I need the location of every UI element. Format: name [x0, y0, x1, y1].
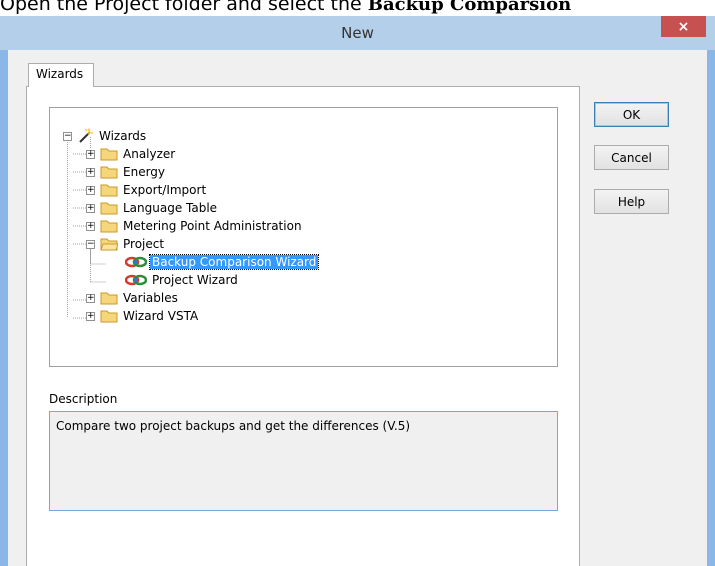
wizards-tree-view[interactable]: − Wizards + Analyzer + Energy + Export/I…	[49, 107, 558, 367]
folder-icon	[100, 202, 118, 215]
instruction-bold: Backup Comparsion	[367, 0, 572, 15]
wizards-tab-panel: − Wizards + Analyzer + Energy + Export/I…	[26, 86, 580, 566]
tree-item-wizard-vsta[interactable]: + Wizard VSTA	[50, 307, 310, 325]
tree-item-export-import[interactable]: + Export/Import	[50, 181, 310, 199]
folder-icon	[100, 148, 118, 161]
tree-label: Wizard VSTA	[123, 309, 199, 323]
tree-label: Analyzer	[123, 147, 176, 161]
tree-item-energy[interactable]: + Energy	[50, 163, 310, 181]
window-title: New	[341, 24, 374, 42]
tree-root-wizards[interactable]: − Wizards	[50, 127, 250, 145]
expand-toggle[interactable]: +	[86, 186, 95, 195]
tree-label: Energy	[123, 165, 166, 179]
expand-toggle[interactable]: +	[86, 222, 95, 231]
folder-icon	[100, 184, 118, 197]
magic-wand-icon	[79, 128, 93, 143]
tree-item-backup-comparison-wizard[interactable]: Backup Comparison Wizard	[50, 253, 350, 271]
wizard-icon	[125, 274, 147, 286]
expand-toggle[interactable]: +	[86, 312, 95, 321]
close-button[interactable]: ×	[661, 16, 706, 37]
tree-label: Language Table	[123, 201, 218, 215]
tree-label: Metering Point Administration	[123, 219, 302, 233]
tree-item-language-table[interactable]: + Language Table	[50, 199, 310, 217]
tree-item-variables[interactable]: + Variables	[50, 289, 310, 307]
close-icon: ×	[677, 18, 690, 35]
tree-item-analyzer[interactable]: + Analyzer	[50, 145, 310, 163]
collapse-toggle[interactable]: −	[86, 240, 95, 249]
description-label: Description	[49, 392, 118, 406]
expand-toggle[interactable]: +	[86, 150, 95, 159]
collapse-toggle[interactable]: −	[63, 132, 72, 141]
tree-label: Variables	[123, 291, 178, 305]
tree-label: Export/Import	[123, 183, 207, 197]
wizard-icon	[125, 256, 147, 268]
title-bar[interactable]: New ×	[0, 16, 715, 50]
tree-item-project[interactable]: − Project	[50, 235, 310, 253]
folder-icon	[100, 292, 118, 305]
folder-icon	[100, 310, 118, 323]
tree-item-project-wizard[interactable]: Project Wizard	[50, 271, 310, 289]
help-button[interactable]: Help	[594, 189, 669, 214]
expand-toggle[interactable]: +	[86, 204, 95, 213]
dialog-client-area: Wizards − Wizards + Analyzer + Energy + …	[8, 50, 707, 566]
cancel-button[interactable]: Cancel	[594, 145, 669, 170]
folder-open-icon	[100, 238, 118, 251]
tree-item-metering-point-administration[interactable]: + Metering Point Administration	[50, 217, 370, 235]
tab-wizards[interactable]: Wizards	[28, 63, 94, 87]
expand-toggle[interactable]: +	[86, 294, 95, 303]
tree-label: Wizards	[99, 129, 147, 143]
description-text: Compare two project backups and get the …	[56, 419, 411, 433]
ok-button[interactable]: OK	[594, 102, 669, 127]
expand-toggle[interactable]: +	[86, 168, 95, 177]
tree-label: Backup Comparison Wizard	[148, 254, 320, 270]
description-box: Compare two project backups and get the …	[49, 411, 558, 511]
tree-label: Project	[123, 237, 165, 251]
instruction-prefix: Open the Project folder and select the	[0, 0, 368, 15]
folder-icon	[100, 166, 118, 179]
tree-label: Project Wizard	[152, 273, 238, 287]
new-dialog-window: New × Wizards − Wizards + Analyzer + Ene…	[0, 16, 715, 566]
folder-icon	[100, 220, 118, 233]
